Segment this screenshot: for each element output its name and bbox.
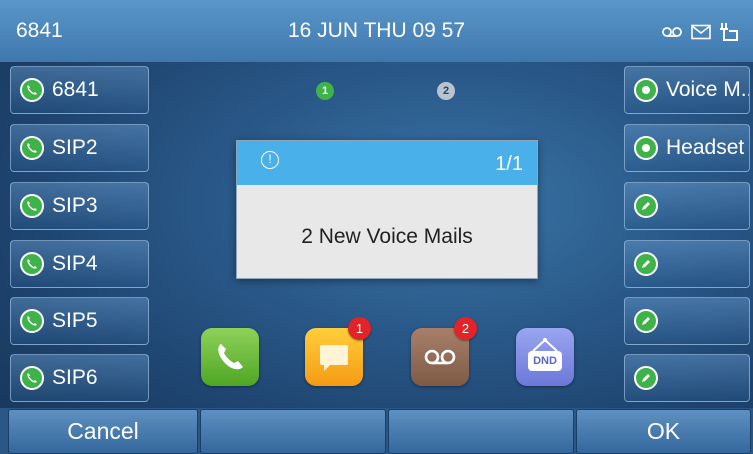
line-key-3[interactable]: SIP3 (10, 182, 149, 230)
line-key-label: SIP2 (52, 136, 98, 159)
voicemail-icon (424, 349, 456, 365)
line-key-label: Voice M.. (666, 78, 749, 101)
line-key-5[interactable]: SIP5 (10, 297, 149, 345)
line-key-label: Headset (666, 136, 745, 159)
line-key-empty-4[interactable] (624, 354, 750, 402)
info-icon: ! (261, 151, 279, 169)
voicemail-popup[interactable]: ! 1/1 2 New Voice Mails (236, 140, 538, 279)
phone-icon (20, 78, 44, 102)
line-key-2[interactable]: SIP2 (10, 124, 149, 172)
popup-header: ! 1/1 (237, 141, 537, 185)
page-indicator-1[interactable]: 1 (316, 82, 334, 100)
line-key-label: SIP6 (52, 366, 98, 389)
message-icon (691, 24, 711, 45)
voicemail-app[interactable]: 2 (411, 317, 477, 386)
messages-app[interactable]: 1 (305, 317, 371, 386)
softkey-2[interactable] (200, 409, 386, 454)
softkey-bar: Cancel OK (0, 408, 753, 454)
dnd-sign-icon: DND (525, 337, 565, 377)
status-bar: 6841 16 JUN THU 09 57 (0, 0, 753, 62)
popup-message: 2 New Voice Mails (301, 225, 473, 248)
line-key-6[interactable]: SIP6 (10, 354, 149, 402)
line-key-empty-1[interactable] (624, 182, 750, 230)
cancel-button[interactable]: Cancel (8, 409, 198, 454)
line-key-1[interactable]: 6841 (10, 66, 149, 114)
dot-icon (634, 136, 658, 160)
edit-icon (634, 309, 658, 333)
phone-icon (20, 252, 44, 276)
chat-bubble-icon (320, 345, 348, 371)
phone-handset-icon (218, 344, 243, 370)
phone-app[interactable] (201, 328, 259, 386)
line-key-label: SIP5 (52, 309, 98, 332)
phone-icon (20, 309, 44, 333)
phone-icon (20, 136, 44, 160)
ok-button[interactable]: OK (576, 409, 751, 454)
line-key-4[interactable]: SIP4 (10, 240, 149, 288)
phone-icon (20, 194, 44, 218)
line-key-empty-2[interactable] (624, 240, 750, 288)
edit-icon (634, 252, 658, 276)
phone-screen: 6841 16 JUN THU 09 57 1 2 6841 SIP2 SIP3… (0, 0, 753, 454)
line-key-label: SIP4 (52, 252, 98, 275)
edit-icon (634, 194, 658, 218)
softkey-3[interactable] (388, 409, 574, 454)
line-key-empty-3[interactable] (624, 297, 750, 345)
network-icon (719, 22, 739, 47)
voicemail-badge: 2 (454, 317, 477, 340)
dnd-app[interactable]: DND (516, 328, 574, 386)
edit-icon (634, 366, 658, 390)
line-key-label: SIP3 (52, 194, 98, 217)
phone-icon (20, 366, 44, 390)
line-key-headset[interactable]: Headset (624, 124, 750, 172)
dot-icon (634, 78, 658, 102)
messages-badge: 1 (348, 317, 371, 340)
popup-page-count: 1/1 (495, 153, 523, 175)
line-key-label: 6841 (52, 78, 99, 101)
page-indicator-2[interactable]: 2 (437, 82, 455, 100)
dnd-label: DND (528, 351, 562, 371)
voicemail-icon (661, 25, 683, 44)
status-datetime: 16 JUN THU 09 57 (287, 19, 466, 42)
line-key-voicemail[interactable]: Voice M.. (624, 66, 750, 114)
status-icons (661, 22, 739, 47)
